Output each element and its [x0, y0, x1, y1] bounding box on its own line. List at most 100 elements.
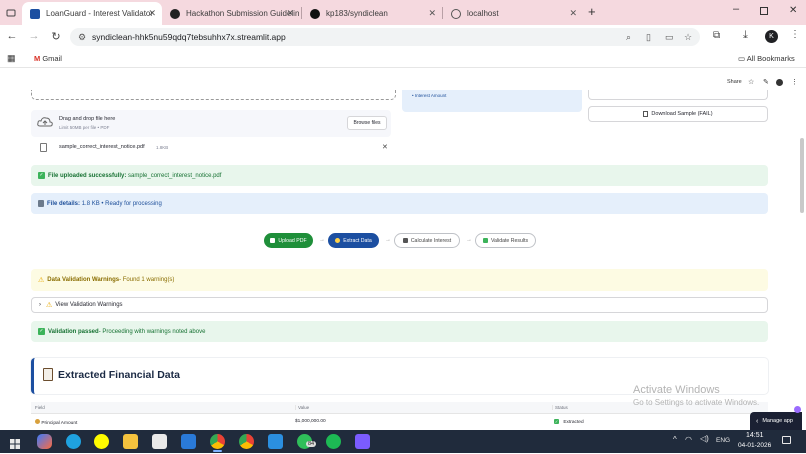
file-explorer-icon[interactable]: [123, 434, 138, 449]
validation-text: - Proceeding with warnings noted above: [98, 328, 206, 335]
upload-success-bold: File uploaded successfully:: [48, 172, 127, 179]
file-details-text: 1.8 KB • Ready for processing: [81, 200, 162, 207]
app-icon[interactable]: [355, 434, 370, 449]
validation-warnings-expander[interactable]: › ⚠ View Validation Warnings: [31, 297, 768, 313]
clock-date[interactable]: 04-01-2026: [738, 442, 771, 449]
url-text[interactable]: syndiclean-hhk5nu59qdq7tebsuhhx7x.stream…: [92, 32, 286, 42]
edge-icon[interactable]: [66, 434, 81, 449]
windows-start-icon[interactable]: [10, 436, 20, 449]
browse-files-button[interactable]: Browse files: [347, 116, 387, 130]
close-window-button[interactable]: ✕: [789, 5, 797, 16]
tab-strip: LoanGuard - Interest Validator ✕ Hackath…: [0, 0, 806, 25]
close-icon[interactable]: ✕: [569, 8, 577, 19]
cell-status: ✓ Extracted: [554, 419, 584, 425]
zoom-icon[interactable]: ⌕: [626, 32, 631, 43]
step-label: Validate Results: [490, 237, 529, 244]
notification-center-icon[interactable]: [782, 436, 791, 444]
check-icon: [270, 238, 276, 243]
gmail-bookmark[interactable]: M Gmail: [34, 54, 62, 63]
activate-windows-watermark: Activate Windows Go to Settings to activ…: [633, 384, 759, 407]
required-fields-info: • Interest Amount: [402, 90, 582, 112]
share-button[interactable]: Share: [727, 79, 742, 85]
forward-button[interactable]: →: [27, 30, 41, 42]
streamlit-menu-icon[interactable]: ⋮: [791, 78, 798, 86]
reload-button[interactable]: ↻: [49, 30, 63, 43]
site-info-icon[interactable]: ⚙: [78, 32, 86, 43]
spotify-icon[interactable]: [326, 434, 341, 449]
download-sample-fail-button[interactable]: Download Sample (FAIL): [588, 106, 768, 122]
mail-icon[interactable]: [181, 434, 196, 449]
check-icon: [482, 238, 488, 243]
step-extract-data: Extract Data: [328, 233, 379, 248]
cast-icon[interactable]: ▭: [665, 32, 674, 43]
language-indicator[interactable]: ENG: [716, 437, 730, 444]
extensions-icon[interactable]: ⧉: [713, 30, 720, 41]
tab-search-icon[interactable]: [5, 6, 17, 18]
chrome-icon[interactable]: [210, 434, 225, 452]
clock-time[interactable]: 14:51: [746, 432, 764, 439]
file-uploader[interactable]: Drag and drop file here Limit 50MB per f…: [31, 110, 391, 137]
remove-file-icon[interactable]: ✕: [382, 143, 388, 151]
step-label: Upload PDF: [278, 237, 307, 244]
address-bar: ← → ↻ ⚙ syndiclean-hhk5nu59qdq7tebsuhhx7…: [0, 25, 806, 49]
tab-github[interactable]: kp183/syndiclean ✕: [302, 2, 442, 25]
all-bookmarks[interactable]: ▭ All Bookmarks: [738, 54, 795, 63]
wifi-icon[interactable]: ◠: [685, 435, 692, 444]
info-item-text: Interest Amount: [414, 93, 447, 98]
omnibox[interactable]: ⚙ syndiclean-hhk5nu59qdq7tebsuhhx7x.stre…: [70, 28, 700, 46]
file-icon: [40, 143, 47, 152]
step-arrow: →: [466, 237, 472, 243]
volume-icon[interactable]: ◁): [700, 434, 709, 443]
apps-grid-icon[interactable]: ▦: [7, 53, 16, 64]
close-icon[interactable]: ✕: [428, 8, 436, 19]
step-upload-pdf: Upload PDF: [264, 233, 313, 248]
tab-hackathon[interactable]: Hackathon Submission Guidelin ✕: [162, 2, 300, 25]
download-icon[interactable]: ⤓: [743, 29, 748, 42]
vscode-icon[interactable]: [268, 434, 283, 449]
snapchat-icon[interactable]: [94, 434, 109, 449]
dropzone-title: Drag and drop file here: [59, 116, 116, 122]
tab-loanguard[interactable]: LoanGuard - Interest Validator ✕: [22, 2, 162, 25]
page-icon[interactable]: ▯: [646, 32, 651, 43]
upload-success-text: sample_correct_interest_notice.pdf: [128, 172, 222, 179]
page-scrollbar[interactable]: [800, 138, 804, 213]
back-button[interactable]: ←: [5, 30, 19, 42]
warning-text: - Found 1 warning(s): [119, 277, 175, 283]
edit-icon[interactable]: ✎: [763, 78, 769, 86]
copilot-icon[interactable]: [37, 434, 52, 449]
warning-icon: ⚠: [38, 277, 45, 284]
column-header: Value: [295, 405, 309, 410]
close-icon[interactable]: ✕: [286, 8, 294, 19]
store-icon[interactable]: [152, 434, 167, 449]
restore-button[interactable]: [760, 7, 768, 15]
manage-app-button[interactable]: ‹ Manage app: [750, 412, 802, 430]
all-bookmarks-label: All Bookmarks: [746, 54, 795, 63]
bookmark-star-icon[interactable]: ☆: [684, 32, 692, 43]
new-tab-button[interactable]: +: [588, 4, 596, 19]
chrome-menu-icon[interactable]: ⋮: [790, 29, 800, 40]
check-icon: ✓: [38, 172, 45, 179]
calculator-icon: [402, 238, 408, 243]
document-icon: [643, 111, 649, 117]
step-label: Extract Data: [343, 237, 372, 244]
cell-value: $1,000,000.00: [295, 419, 326, 424]
github-icon[interactable]: [776, 79, 783, 86]
star-icon[interactable]: ☆: [748, 78, 754, 86]
tab-localhost[interactable]: localhost ✕: [443, 2, 583, 25]
clipboard-icon: [38, 200, 44, 207]
close-icon[interactable]: ✕: [148, 8, 156, 19]
clipboard-icon: [43, 368, 53, 381]
chrome-alt-icon[interactable]: [239, 434, 254, 449]
tray-chevron-icon[interactable]: ^: [673, 435, 677, 444]
download-sample-edge: [588, 90, 768, 100]
step-validate-results: Validate Results: [475, 233, 536, 248]
gmail-icon: M: [34, 54, 41, 63]
profile-avatar[interactable]: K: [765, 30, 778, 43]
tab-title: localhost: [467, 9, 499, 18]
streamlit-status-icon: [794, 406, 801, 413]
search-icon: [335, 238, 341, 243]
minimize-button[interactable]: –: [733, 3, 739, 15]
manage-app-label: Manage app: [762, 418, 793, 424]
field-text: Principal Amount: [41, 421, 78, 426]
cloud-upload-icon: [37, 116, 53, 134]
